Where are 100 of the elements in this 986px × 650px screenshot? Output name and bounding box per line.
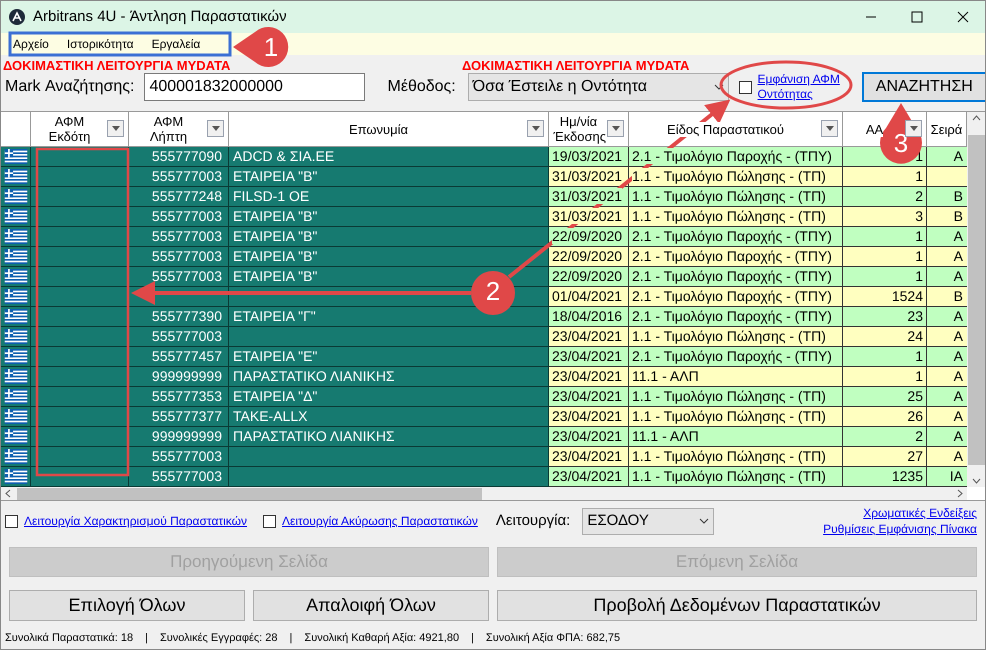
table-cell: 555777003 bbox=[129, 327, 229, 347]
table-cell: ADCD & ΣΙΑ.ΕΕ bbox=[229, 147, 549, 167]
table-cell: ΕΤΑΙΡΕΙΑ "Β" bbox=[229, 207, 549, 227]
table-cell: B bbox=[927, 207, 967, 227]
table-cell: 22/09/2020 bbox=[549, 247, 629, 267]
table-cell: 11.1 - ΑΛΠ bbox=[629, 367, 843, 387]
table-cell: 555777390 bbox=[129, 307, 229, 327]
table-cell: 555777248 bbox=[129, 187, 229, 207]
table-cell: 19/03/2021 bbox=[549, 147, 629, 167]
table-cell: 23/04/2021 bbox=[549, 347, 629, 367]
table-cell: 1.1 - Τιμολόγιο Πώλησης - (ΤΠ) bbox=[629, 167, 843, 187]
table-cell: 25 bbox=[843, 387, 927, 407]
table-cell: 555777090 bbox=[129, 147, 229, 167]
table-cell: 23/04/2021 bbox=[549, 407, 629, 427]
table-cell: 22/09/2020 bbox=[549, 227, 629, 247]
table-cell: 1524 bbox=[843, 287, 927, 307]
table-cell: 27 bbox=[843, 447, 927, 467]
table-cell: ΕΤΑΙΡΕΙΑ "Β" bbox=[229, 247, 549, 267]
table-cell: A bbox=[927, 387, 967, 407]
table-cell: 999999999 bbox=[129, 367, 229, 387]
table-cell: 22/09/2020 bbox=[549, 267, 629, 287]
table-cell: 26 bbox=[843, 407, 927, 427]
table-cell: ΕΤΑΙΡΕΙΑ "Ε" bbox=[229, 347, 549, 367]
table-cell: 1.1 - Τιμολόγιο Πώλησης - (ΤΠ) bbox=[629, 407, 843, 427]
table-cell: 23/04/2021 bbox=[549, 387, 629, 407]
table-cell: 2 bbox=[843, 187, 927, 207]
table-cell: 31/03/2021 bbox=[549, 207, 629, 227]
table-cell: A bbox=[927, 227, 967, 247]
table-cell: 555777003 bbox=[129, 267, 229, 287]
status-text: Συνολική Καθαρή Αξία: 4921,80 bbox=[304, 630, 460, 646]
table-cell: 555777377 bbox=[129, 407, 229, 427]
table-cell: 31/03/2021 bbox=[549, 187, 629, 207]
table-cell: 555777003 bbox=[129, 247, 229, 267]
table-cell: 1 bbox=[843, 227, 927, 247]
test-mode-label: ΔΟΚΙΜΑΣΤΙΚΗ ΛΕΙΤΟΥΡΓΙΑ MYDATA bbox=[462, 57, 690, 75]
table-cell: 2.1 - Τιμολόγιο Παροχής - (ΤΠΥ) bbox=[629, 287, 843, 307]
table-cell: B bbox=[927, 187, 967, 207]
table-cell: 1.1 - Τιμολόγιο Πώλησης - (ΤΠ) bbox=[629, 207, 843, 227]
table-cell: 1 bbox=[843, 347, 927, 367]
status-text: Συνολική Αξία ΦΠΑ: 682,75 bbox=[486, 630, 620, 646]
status-separator: | bbox=[290, 630, 292, 646]
table-cell: 2.1 - Τιμολόγιο Παροχής - (ΤΠΥ) bbox=[629, 147, 843, 167]
table-cell: 23/04/2021 bbox=[549, 427, 629, 447]
table-cell: 2.1 - Τιμολόγιο Παροχής - (ΤΠΥ) bbox=[629, 227, 843, 247]
table-cell: ΕΤΑΙΡΕΙΑ "Β" bbox=[229, 167, 549, 187]
table-cell: A bbox=[927, 147, 967, 167]
table-cell: 555777003 bbox=[129, 167, 229, 187]
table-cell: 2.1 - Τιμολόγιο Παροχής - (ΤΠΥ) bbox=[629, 247, 843, 267]
table-cell: A bbox=[927, 327, 967, 347]
table-cell: 1.1 - Τιμολόγιο Πώλησης - (ΤΠ) bbox=[629, 327, 843, 347]
table-cell: 1 bbox=[843, 267, 927, 287]
status-text: Συνολικά Παραστατικά: 18 bbox=[5, 630, 134, 646]
table-cell: 555777003 bbox=[129, 227, 229, 247]
table-cell: 2.1 - Τιμολόγιο Παροχής - (ΤΠΥ) bbox=[629, 347, 843, 367]
table-cell: ΕΤΑΙΡΕΙΑ "Δ" bbox=[229, 387, 549, 407]
table-cell: 01/04/2021 bbox=[549, 287, 629, 307]
table-cell: 1235 bbox=[843, 467, 927, 487]
callout-number: 1 bbox=[262, 31, 280, 63]
table-cell: 555777457 bbox=[129, 347, 229, 367]
table-cell: 18/04/2016 bbox=[549, 307, 629, 327]
table-cell: 24 bbox=[843, 327, 927, 347]
test-mode-label: ΔΟΚΙΜΑΣΤΙΚΗ ΛΕΙΤΟΥΡΓΙΑ MYDATA bbox=[3, 57, 230, 75]
table-cell: A bbox=[927, 367, 967, 387]
table-cell: B bbox=[927, 287, 967, 307]
table-cell: A bbox=[927, 427, 967, 447]
table-cell: 555777003 bbox=[129, 207, 229, 227]
table-cell: A bbox=[927, 267, 967, 287]
table-cell: A bbox=[927, 247, 967, 267]
table-cell: 1.1 - Τιμολόγιο Πώλησης - (ΤΠ) bbox=[629, 187, 843, 207]
table-cell: A bbox=[927, 447, 967, 467]
table-cell: ΠΑΡΑΣΤΑΤΙΚΟ ΛΙΑΝΙΚΗΣ bbox=[229, 427, 549, 447]
table-cell: ΕΤΑΙΡΕΙΑ "Β" bbox=[229, 227, 549, 247]
table-cell: 23 bbox=[843, 307, 927, 327]
table-cell: 11.1 - ΑΛΠ bbox=[629, 427, 843, 447]
table-cell: A bbox=[927, 307, 967, 327]
table-cell: 1.1 - Τιμολόγιο Πώλησης - (ΤΠ) bbox=[629, 467, 843, 487]
table-cell: 3 bbox=[843, 207, 927, 227]
table-cell: 555777003 bbox=[129, 467, 229, 487]
table-cell: FILSD-1 OE bbox=[229, 187, 549, 207]
table-cell: 23/04/2021 bbox=[549, 367, 629, 387]
table-cell: 1 bbox=[843, 367, 927, 387]
field-label: Μέθοδος: bbox=[387, 77, 456, 97]
table-cell: 1.1 - Τιμολόγιο Πώλησης - (ΤΠ) bbox=[629, 447, 843, 467]
status-separator: | bbox=[145, 630, 148, 646]
table-cell: 555777353 bbox=[129, 387, 229, 407]
field-label: Mark Αναζήτησης: bbox=[5, 77, 134, 97]
table-cell: 23/04/2021 bbox=[549, 467, 629, 487]
window-title: Arbitrans 4U - Άντληση Παραστατικών bbox=[33, 6, 287, 27]
table-cell: 999999999 bbox=[129, 427, 229, 447]
table-cell: IA bbox=[927, 467, 967, 487]
table-cell: 555777003 bbox=[129, 447, 229, 467]
table-cell: 31/03/2021 bbox=[549, 167, 629, 187]
table-cell: ΕΤΑΙΡΕΙΑ "Γ" bbox=[229, 307, 549, 327]
table-cell: A bbox=[927, 347, 967, 367]
table-cell: 2.1 - Τιμολόγιο Παροχής - (ΤΠΥ) bbox=[629, 267, 843, 287]
table-cell: 1.1 - Τιμολόγιο Πώλησης - (ΤΠ) bbox=[629, 387, 843, 407]
field-label: Λειτουργία: bbox=[496, 510, 570, 531]
table-cell: A bbox=[927, 407, 967, 427]
table-cell: 2.1 - Τιμολόγιο Παροχής - (ΤΠΥ) bbox=[629, 307, 843, 327]
status-separator: | bbox=[471, 630, 474, 646]
